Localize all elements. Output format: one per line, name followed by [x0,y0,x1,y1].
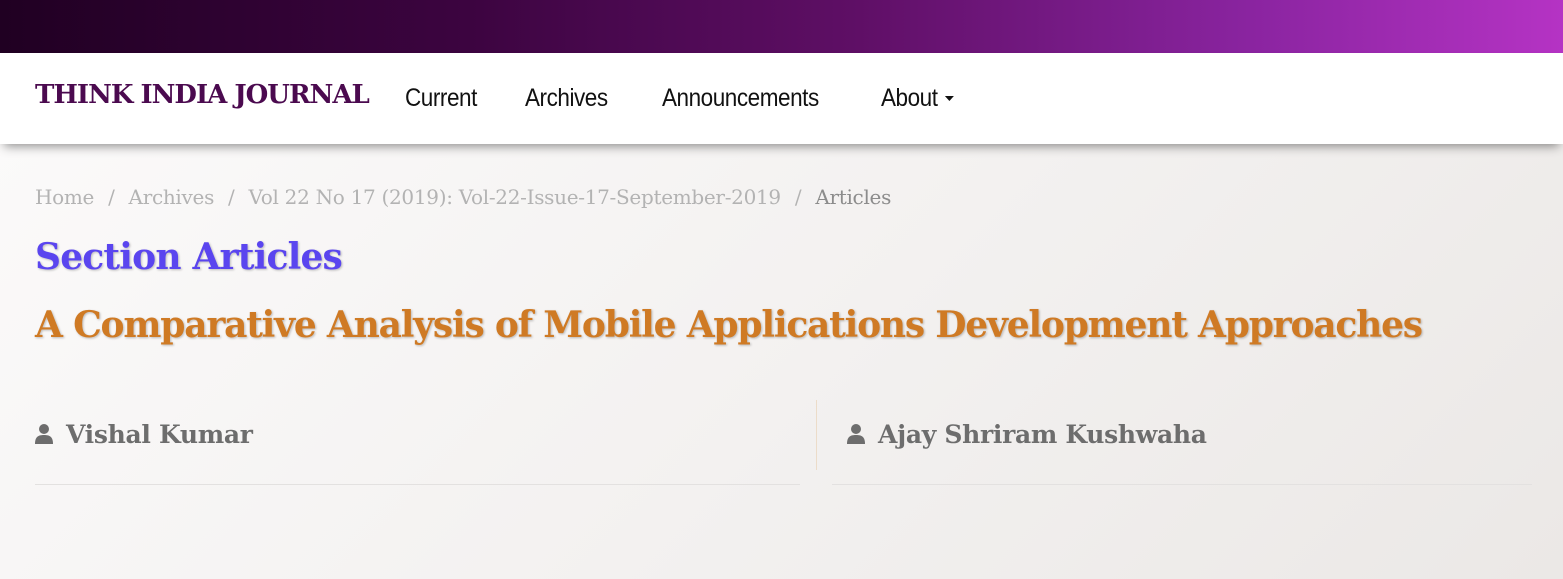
article-title: A Comparative Analysis of Mobile Applica… [35,304,1423,346]
main-navbar: THINK INDIA JOURNAL Current Archives Ann… [0,53,1563,144]
breadcrumb-separator: / [228,185,235,209]
section-title: Section Articles [35,236,343,278]
author-item: Vishal Kumar [35,417,253,451]
site-logo-link[interactable]: THINK INDIA JOURNAL [35,80,370,110]
nav-announcements-link[interactable]: Announcements [662,84,819,113]
user-icon [847,424,865,444]
author-column-divider [816,400,817,470]
author-divider-line [35,484,800,485]
breadcrumb-separator: / [108,185,115,209]
breadcrumb-separator: / [794,185,802,209]
nav-archives-link[interactable]: Archives [525,84,608,113]
primary-nav: Current Archives Announcements About [405,53,1007,144]
breadcrumb-archives-link[interactable]: Archives [129,185,215,209]
nav-about-dropdown[interactable]: About [881,84,954,113]
caret-down-icon [944,96,954,101]
breadcrumb-home-link[interactable]: Home [35,185,94,209]
author-divider-line [832,484,1532,485]
user-icon [35,424,53,444]
top-gradient-bar [0,0,1563,53]
breadcrumb: Home / Archives / Vol 22 No 17 (2019): Vol-2… [35,185,891,209]
nav-about-label: About [880,84,938,112]
breadcrumb-issue-link[interactable]: Vol 22 No 17 (2019): Vol-22-Issue-17-Sep… [248,185,781,209]
author-name: Ajay Shriram Kushwaha [878,419,1207,449]
author-item: Ajay Shriram Kushwaha [847,417,1207,451]
nav-current-link[interactable]: Current [405,84,477,113]
author-name: Vishal Kumar [66,419,253,449]
breadcrumb-current: Articles [815,185,892,209]
